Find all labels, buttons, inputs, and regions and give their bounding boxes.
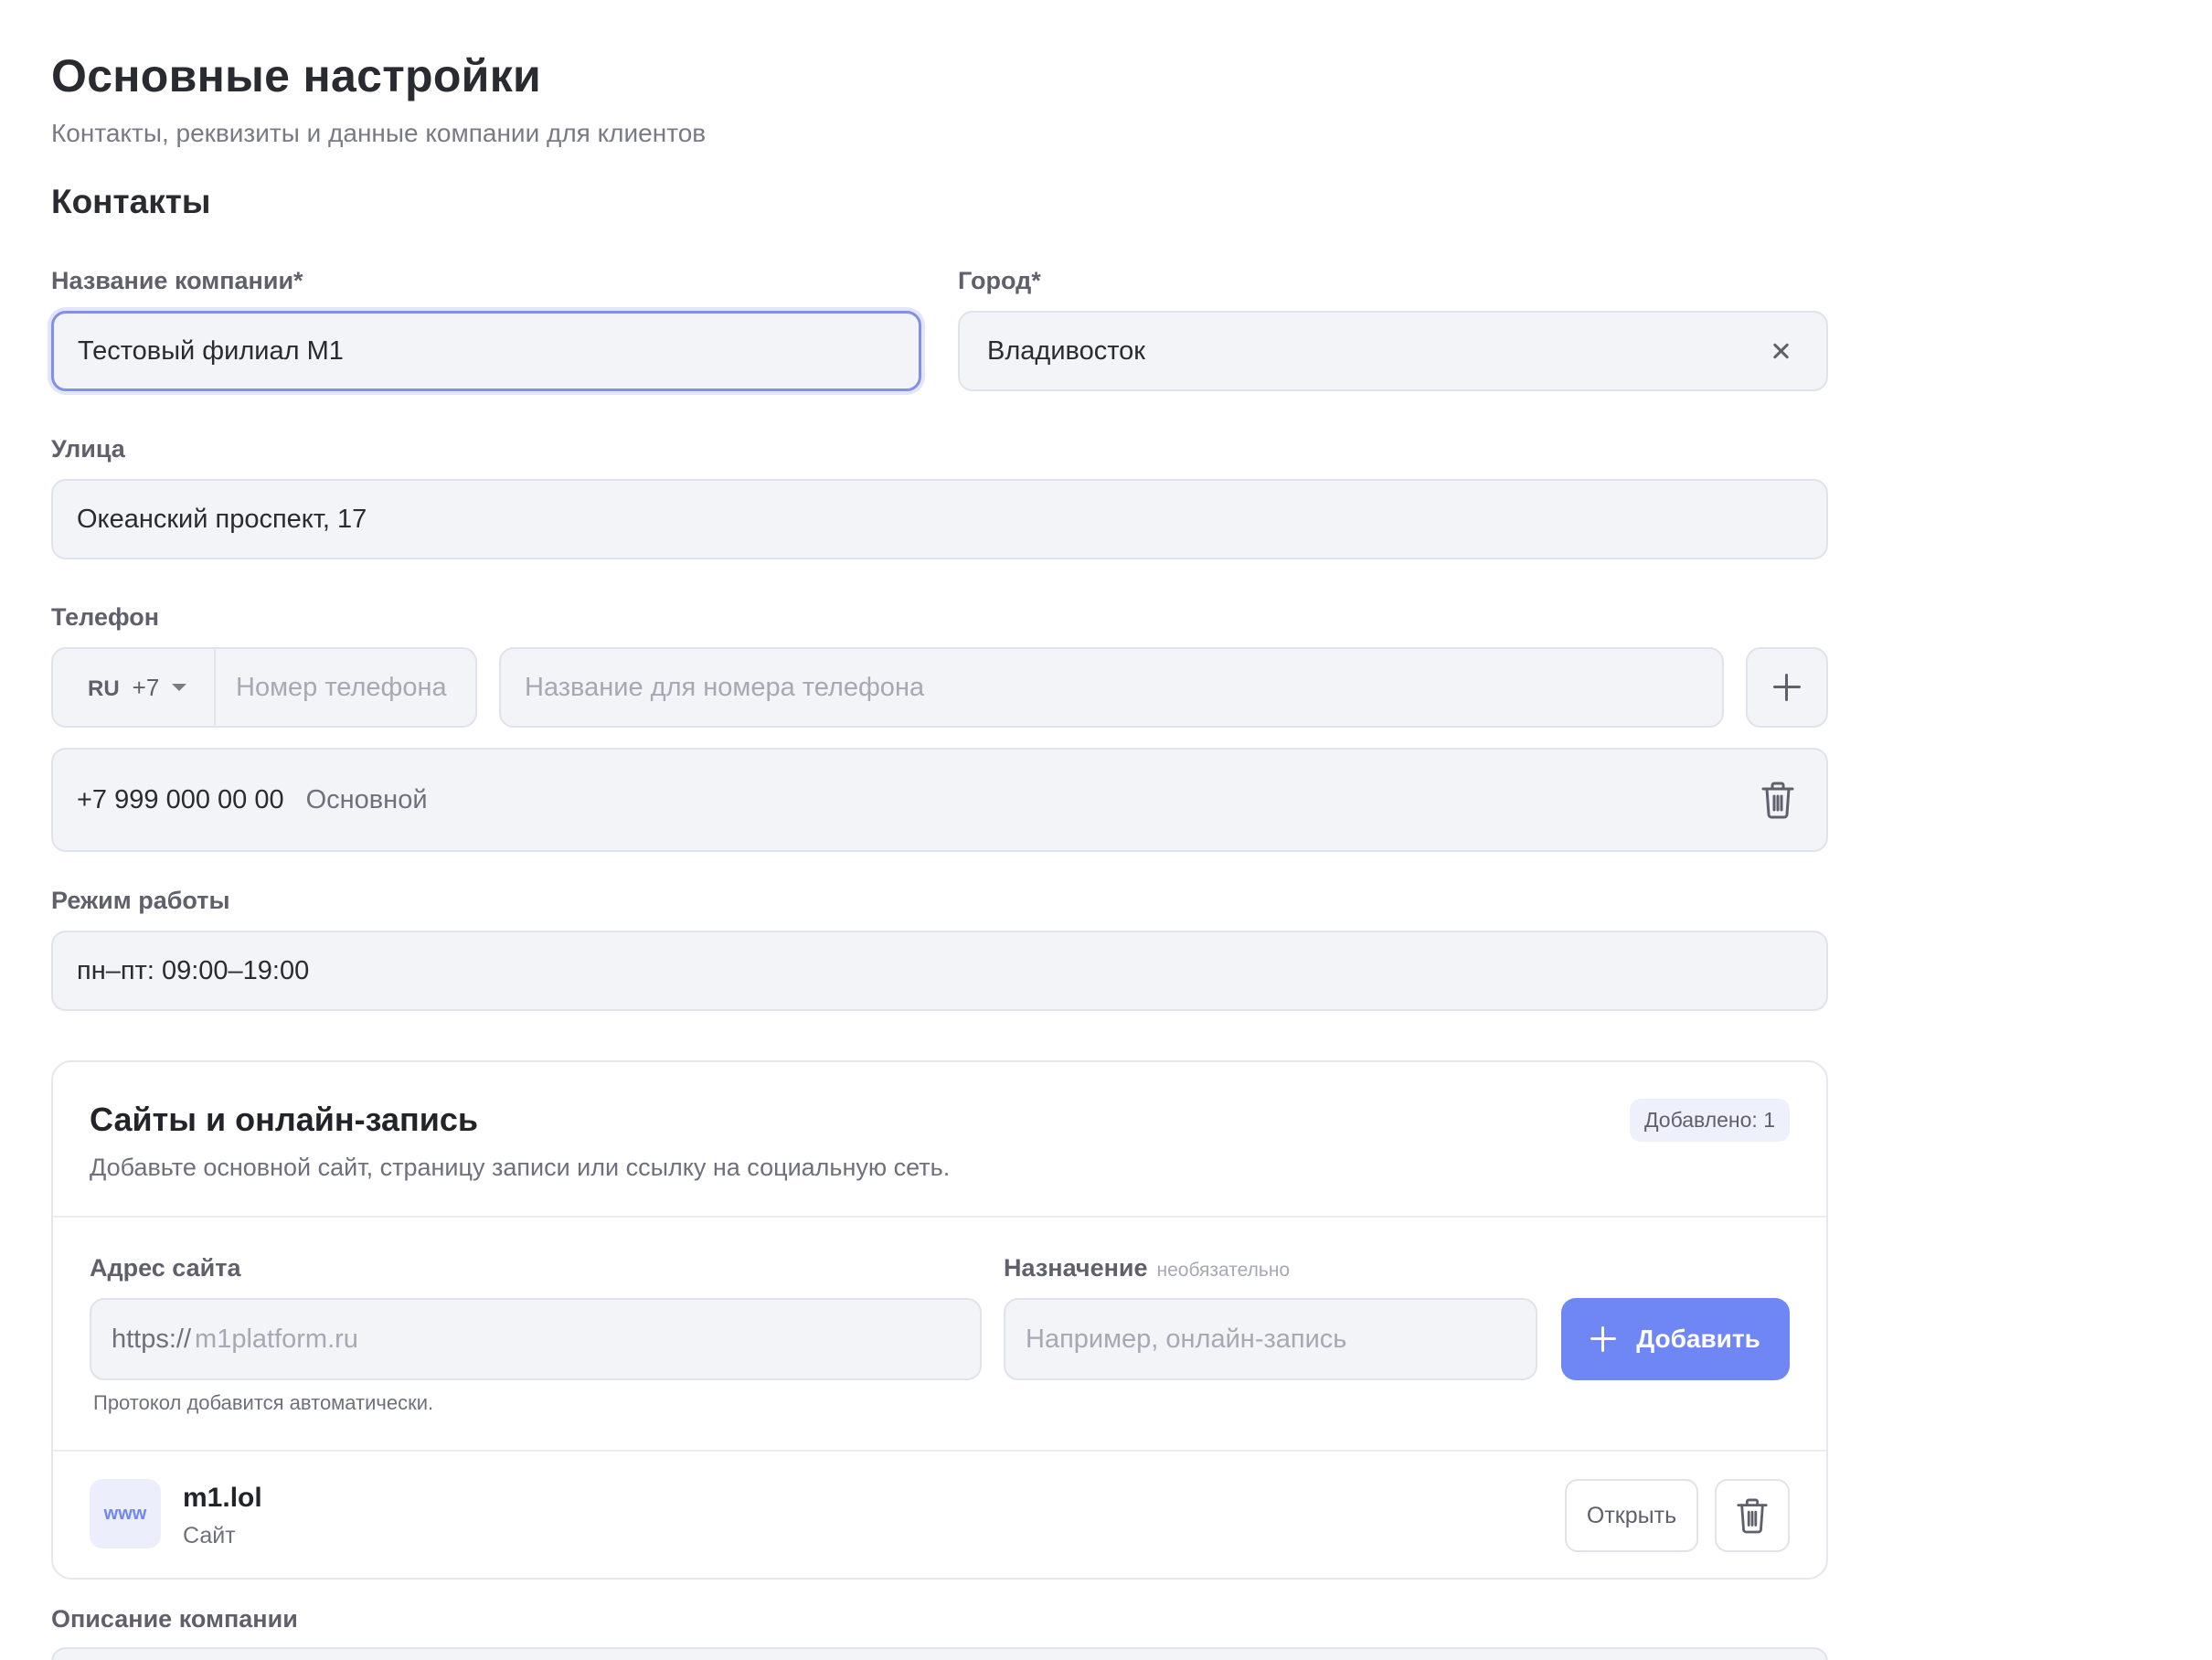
hours-input[interactable]: пн–пт: 09:00–19:00	[51, 931, 1828, 1011]
city-select[interactable]: Владивосток	[958, 311, 1828, 391]
city-value: Владивосток	[987, 335, 1145, 366]
delete-site-button[interactable]	[1715, 1479, 1790, 1552]
sites-title: Сайты и онлайн-запись	[90, 1101, 479, 1138]
close-icon[interactable]	[1768, 338, 1793, 364]
sites-card: Сайты и онлайн-запись Добавьте основной …	[51, 1060, 1828, 1580]
site-purpose-label: Назначение необязательно	[1004, 1254, 1290, 1282]
hours-label: Режим работы	[51, 887, 230, 914]
country-code: RU	[88, 676, 120, 701]
phone-number-input[interactable]: Номер телефона	[216, 673, 447, 703]
sites-subtitle: Добавьте основной сайт, страницу записи …	[90, 1154, 951, 1181]
optional-note: необязательно	[1156, 1260, 1291, 1281]
contacts-heading: Контакты	[51, 183, 211, 220]
purpose-label-text: Назначение	[1004, 1254, 1148, 1282]
company-name-value: Тестовый филиал М1	[78, 335, 344, 366]
phone-name-placeholder: Название для номера телефона	[525, 672, 925, 702]
sites-count-badge: Добавлено: 1	[1629, 1099, 1790, 1142]
site-address-placeholder: m1platform.ru	[195, 1324, 358, 1354]
plus-icon	[1773, 674, 1801, 701]
street-input[interactable]: Океанский проспект, 17	[51, 479, 1828, 559]
add-site-button[interactable]: Добавить	[1561, 1298, 1790, 1380]
phone-number: +7 999 000 00 00	[77, 784, 284, 814]
street-label: Улица	[51, 435, 125, 463]
street-value: Океанский проспект, 17	[77, 504, 367, 534]
globe-icon: www	[90, 1479, 161, 1548]
phone-input-group: RU +7 Номер телефона	[51, 647, 477, 728]
city-label: Город*	[958, 267, 1041, 294]
site-name: m1.lol	[183, 1483, 262, 1513]
dial-code: +7	[132, 673, 160, 701]
trash-icon	[1761, 782, 1794, 819]
phone-list-item: +7 999 000 00 00 Основной	[51, 748, 1828, 852]
site-address-label: Адрес сайта	[90, 1254, 241, 1282]
site-purpose-placeholder: Например, онлайн-запись	[1026, 1324, 1347, 1354]
chevron-down-icon	[172, 684, 187, 691]
country-code-select[interactable]: RU +7	[53, 649, 216, 726]
site-address-input[interactable]: https:// m1platform.ru	[90, 1298, 982, 1380]
phone-name-input[interactable]: Название для номера телефона	[499, 647, 1724, 728]
company-name-label: Название компании*	[51, 267, 303, 294]
settings-page: Основные настройки Контакты, реквизиты и…	[0, 0, 2212, 1660]
phone-label: Телефон	[51, 603, 160, 631]
page-subtitle: Контакты, реквизиты и данные компании дл…	[51, 119, 707, 147]
card-divider	[53, 1450, 1826, 1452]
phone-name: Основной	[305, 784, 428, 814]
page-title: Основные настройки	[51, 50, 542, 101]
description-label: Описание компании	[51, 1605, 298, 1633]
plus-icon	[1590, 1326, 1617, 1352]
protocol-hint: Протокол добавится автоматически.	[93, 1391, 434, 1414]
site-type: Сайт	[183, 1523, 236, 1548]
company-name-input[interactable]: Тестовый филиал М1	[51, 311, 921, 391]
open-site-button[interactable]: Открыть	[1565, 1479, 1698, 1552]
hours-value: пн–пт: 09:00–19:00	[77, 955, 310, 985]
card-divider	[53, 1216, 1826, 1218]
add-site-label: Добавить	[1636, 1325, 1760, 1353]
site-purpose-input[interactable]: Например, онлайн-запись	[1004, 1298, 1537, 1380]
delete-phone-button[interactable]	[1760, 781, 1795, 826]
protocol-prefix: https://	[112, 1324, 192, 1354]
description-textarea[interactable]	[51, 1647, 1828, 1660]
add-phone-button[interactable]	[1746, 647, 1828, 728]
trash-icon	[1737, 1498, 1768, 1534]
